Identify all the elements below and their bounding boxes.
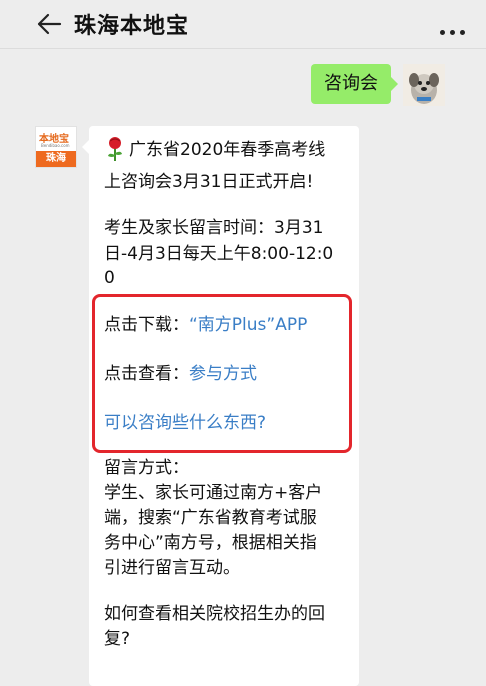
- msg-line-4: 日-4月3日每天上午8:00-12:0: [104, 244, 334, 264]
- msg-line-2: 上咨询会3月31日正式开启!: [104, 172, 314, 192]
- chat-header: 珠海本地宝: [0, 0, 486, 49]
- msg-line-5: 0: [104, 268, 115, 288]
- chat-title: 珠海本地宝: [74, 14, 190, 39]
- method-line-1: 学生、家长可通过南方+客户: [104, 483, 323, 503]
- view-link[interactable]: 参与方式: [189, 364, 257, 384]
- download-label: 点击下载：: [104, 315, 189, 335]
- avatar-city: 珠海: [36, 151, 76, 167]
- download-link[interactable]: “南方Plus”APP: [189, 315, 307, 335]
- more-options-icon[interactable]: [440, 20, 470, 35]
- download-row: 点击下载：“南方Plus”APP: [104, 313, 307, 337]
- method-title: 留言方式：: [104, 458, 189, 478]
- method-line-3: 务中心”南方号，根据相关指: [104, 533, 317, 553]
- avatar-site: Bendibao.com: [41, 143, 70, 148]
- question-line-1: 如何查看相关院校招生办的回: [104, 604, 325, 624]
- method-line-4: 引进行留言互动。: [104, 558, 240, 578]
- official-account-avatar[interactable]: 本地宝 Bendibao.com 珠海: [35, 126, 77, 168]
- view-label: 点击查看：: [104, 364, 189, 384]
- view-row: 点击查看：参与方式: [104, 362, 257, 386]
- msg-line-3: 考生及家长留言时间：3月31: [104, 218, 324, 238]
- msg-line-1: 广东省2020年春季高考线: [129, 140, 326, 160]
- consult-link[interactable]: 可以咨询些什么东西?: [104, 411, 266, 435]
- outgoing-message: 咨询会: [311, 64, 398, 104]
- rose-icon: [108, 137, 122, 161]
- method-line-2: 端，搜索“广东省教育考试服: [104, 508, 317, 528]
- user-avatar[interactable]: [403, 64, 445, 106]
- dog-avatar-icon: [403, 64, 445, 106]
- question-line-2: 复?: [104, 629, 131, 649]
- avatar-logo-area: 本地宝 Bendibao.com: [36, 127, 76, 151]
- incoming-message: 广东省2020年春季高考线 上咨询会3月31日正式开启! 考生及家长留言时间：3…: [82, 126, 359, 686]
- back-arrow-icon[interactable]: [36, 12, 62, 36]
